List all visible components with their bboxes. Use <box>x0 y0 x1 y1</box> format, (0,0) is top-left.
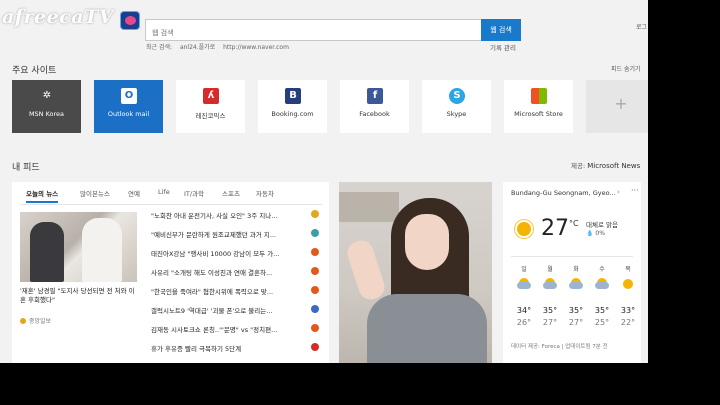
booking-icon: B <box>285 88 301 104</box>
tab-divider <box>20 204 322 205</box>
partly-cloudy-icon <box>517 278 531 290</box>
source-prefix: 제공: <box>571 162 586 170</box>
msn-icon: ✲ <box>42 90 52 101</box>
tab-sports[interactable]: 스포츠 <box>222 188 240 198</box>
tile-lezhin[interactable]: ʎ 레진코믹스 <box>176 80 245 133</box>
afreecatv-watermark: afreecaTV <box>2 6 114 28</box>
tile-label: Booking.com <box>271 110 314 118</box>
msn-news-link[interactable]: Microsoft News <box>587 162 640 170</box>
search-input[interactable] <box>146 23 481 43</box>
chevron-right-icon[interactable]: › <box>617 188 620 196</box>
weather-divider <box>511 256 633 257</box>
recent-label: 최근 검색: <box>146 44 173 51</box>
add-site-tile[interactable]: + <box>586 80 648 133</box>
source-logo-icon <box>311 343 319 351</box>
source-logo-icon <box>311 305 319 313</box>
weather-condition: 대체로 맑음 <box>586 221 618 229</box>
facebook-icon: f <box>367 88 383 104</box>
forecast-day[interactable]: 목 33° 22° <box>615 264 641 334</box>
source-logo-icon <box>311 286 319 294</box>
headline-item[interactable]: 휴가 후유증 빨리 극복하기 5단계 <box>151 343 321 357</box>
login-link[interactable]: 로그 <box>636 22 647 31</box>
tile-label: MSN Korea <box>28 110 65 118</box>
tile-outlook[interactable]: O Outlook mail <box>94 80 163 133</box>
outlook-icon: O <box>121 88 137 104</box>
search-button[interactable]: 웹 검색 <box>481 19 521 41</box>
recent-item[interactable]: http://www.naver.com <box>223 44 289 51</box>
feed-source: 제공: Microsoft News <box>571 160 640 170</box>
headline-item[interactable]: 사유리 "소개팅 해도 이성친과 연애 결혼하... <box>151 267 321 281</box>
source-logo-icon <box>311 248 319 256</box>
tile-label: Outlook mail <box>107 110 150 118</box>
forecast-day[interactable]: 일 34° 26° <box>511 264 537 334</box>
browser-newtab-page: afreecaTV 웹 검색 최근 검색: anl24.플가로 http://w… <box>0 0 648 363</box>
weather-source: 데이터 제공: Foreca | 업데이트됨 7분 전 <box>511 344 608 350</box>
current-temp: 27 <box>541 216 569 241</box>
tab-popular[interactable]: 많이본뉴스 <box>80 188 110 198</box>
headline-item[interactable]: 태진아X강남 "행사비 10000 강남이 모두 가... <box>151 248 321 262</box>
headline-item[interactable]: "한국인을 죽여라" 혐한시위에 폭력으로 맞... <box>151 286 321 300</box>
tile-store[interactable]: Microsoft Store <box>504 80 573 133</box>
store-icon <box>531 88 547 104</box>
precipitation: 💧 0% <box>586 230 605 237</box>
sunny-icon <box>517 222 531 236</box>
tile-msn[interactable]: ✲ MSN Korea <box>12 80 81 133</box>
hide-feed-link[interactable]: 피드 숨기기 <box>611 64 641 73</box>
featured-news-title[interactable]: '재혼' 남경필 "도지사 당선되면 전 처와 이혼 후회했다" <box>20 287 140 305</box>
featured-news-source: 중앙일보 <box>20 316 51 325</box>
source-logo-icon <box>20 318 26 324</box>
partly-cloudy-icon <box>569 278 583 290</box>
black-border-bottom <box>0 363 720 405</box>
recent-item[interactable]: anl24.플가로 <box>180 44 215 51</box>
partly-cloudy-icon <box>543 278 557 290</box>
source-name: 중앙일보 <box>29 318 52 325</box>
tab-today[interactable]: 오늘의 뉴스 <box>26 188 59 203</box>
featured-news-image[interactable] <box>20 212 137 282</box>
tab-entertainment[interactable]: 연예 <box>128 188 140 198</box>
tile-label: Facebook <box>359 110 390 118</box>
tile-label: Skype <box>446 110 467 118</box>
temp-unit[interactable]: °C <box>569 219 579 228</box>
weather-location[interactable]: Bundang-Gu Seongnam, Gyeo... <box>511 189 616 197</box>
sunny-icon <box>621 278 635 290</box>
weather-card[interactable]: Bundang-Gu Seongnam, Gyeo... › ··· 27 °C… <box>503 182 641 363</box>
lezhin-icon: ʎ <box>203 88 219 104</box>
black-border-right <box>648 0 720 405</box>
history-manage-link[interactable]: 기록 관리 <box>490 42 516 52</box>
skype-icon: S <box>449 88 465 104</box>
forecast-day[interactable]: 수 35° 25° <box>589 264 615 334</box>
feed-title: 내 피드 <box>12 163 40 173</box>
forecast-day[interactable]: 월 35° 27° <box>537 264 563 334</box>
tile-facebook[interactable]: f Facebook <box>340 80 409 133</box>
webcam-photo <box>339 182 492 363</box>
headline-item[interactable]: "노회찬 아내 운전기사, 사실 오인" 3주 지나... <box>151 210 321 224</box>
tab-it-science[interactable]: IT/과학 <box>184 188 204 198</box>
tile-skype[interactable]: S Skype <box>422 80 491 133</box>
source-logo-icon <box>311 267 319 275</box>
tile-booking[interactable]: B Booking.com <box>258 80 327 133</box>
tab-auto[interactable]: 자동차 <box>256 188 274 198</box>
headline-item[interactable]: 김재동 시사토크쇼 론칭..'"문명" vs "정치편... <box>151 324 321 338</box>
tab-life[interactable]: Life <box>158 188 170 196</box>
recent-searches: 최근 검색: anl24.플가로 http://www.naver.com <box>146 42 295 51</box>
partly-cloudy-icon <box>595 278 609 290</box>
tile-label: 레진코믹스 <box>195 112 226 120</box>
top-sites-title: 주요 사이트 <box>12 66 57 76</box>
headline-item[interactable]: "예비신부가 문란하게 원조교제했던 과거 지... <box>151 229 321 243</box>
forecast-day[interactable]: 화 35° 27° <box>563 264 589 334</box>
news-card: 오늘의 뉴스 많이본뉴스 연예 Life IT/과학 스포츠 자동차 '재혼' … <box>12 182 329 363</box>
tv-badge-icon <box>120 11 140 30</box>
source-logo-icon <box>311 210 319 218</box>
more-icon[interactable]: ··· <box>631 186 639 195</box>
source-logo-icon <box>311 324 319 332</box>
plus-icon: + <box>614 94 628 113</box>
source-logo-icon <box>311 229 319 237</box>
headline-item[interactable]: 갤럭시노트9 '역대급' '괴물 폰'으로 불리는... <box>151 305 321 319</box>
tile-label: Microsoft Store <box>514 110 563 118</box>
search-box[interactable] <box>145 19 482 43</box>
